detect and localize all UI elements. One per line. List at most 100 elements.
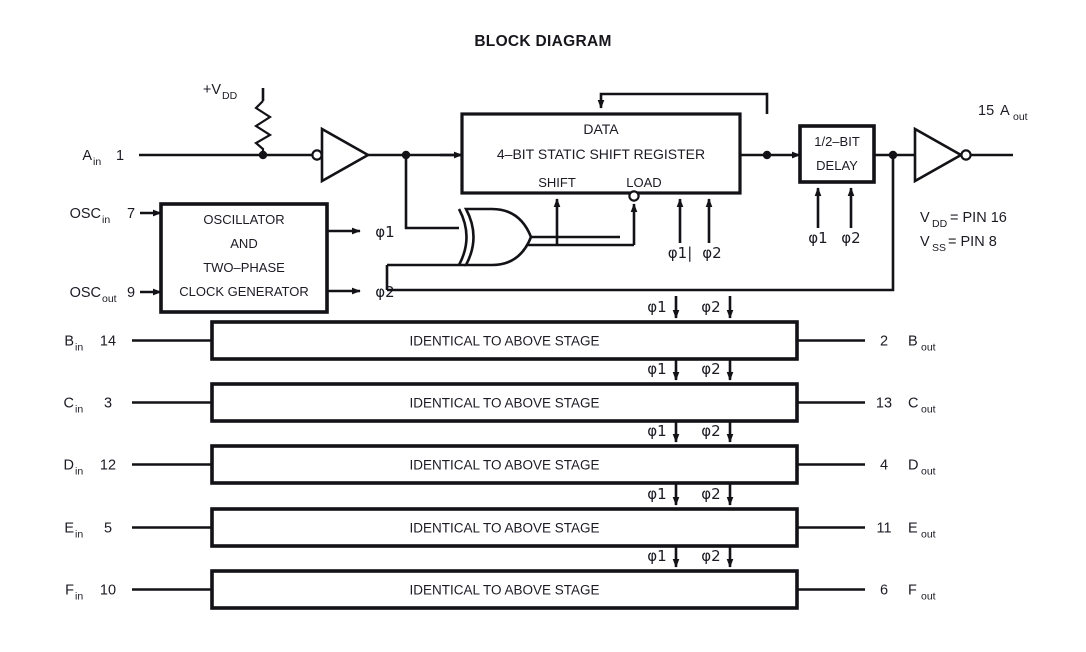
stage-phi1-label: φ1	[647, 422, 666, 440]
oscillator-line2: AND	[230, 236, 257, 251]
stage-output-pin: 13	[876, 396, 892, 412]
stage-output-pin: 4	[880, 458, 888, 474]
stage-input-pin: 5	[104, 521, 112, 537]
stage-phi2-label: φ2	[701, 298, 720, 316]
stage-phi1-label: φ1	[647, 360, 666, 378]
page-title: BLOCK DIAGRAM	[474, 33, 611, 50]
stage-output-pin: 6	[880, 583, 888, 599]
resistor-icon	[253, 100, 273, 155]
register-phi1-label: φ1|	[668, 244, 693, 262]
xor-top-input-wire	[404, 155, 466, 230]
diagram-svg: BLOCK DIAGRAM +V DD A in 1 DATA 4–BIT ST…	[64, 33, 1028, 610]
stage-input-symbol: D	[64, 458, 74, 474]
output-inverter-icon	[913, 126, 972, 184]
a-in-label: A in 1	[82, 148, 124, 168]
stage-phi1-label: φ1	[647, 547, 666, 565]
identical-stages-group: φ1 φ2IDENTICAL TO ABOVE STAGEB in 14 2 Boutφ1…	[64, 296, 936, 610]
stage-input-subscript: in	[75, 591, 83, 603]
svg-text:15: 15	[978, 103, 994, 119]
stage-phi2-label: φ2	[701, 422, 720, 440]
stage-output-symbol: D	[908, 458, 918, 474]
svg-text:7: 7	[127, 206, 135, 222]
stage-output-symbol: F	[908, 583, 917, 599]
block-diagram-canvas: BLOCK DIAGRAM +V DD A in 1 DATA 4–BIT ST…	[0, 0, 1086, 652]
svg-text:DD: DD	[222, 90, 238, 102]
stage-input-symbol: F	[65, 583, 74, 599]
shift-register-line1: DATA	[583, 121, 619, 137]
stage-input-subscript: in	[75, 466, 83, 478]
stage-row: φ1 φ2 IDENTICAL TO ABOVE STAGE F in 10 6 Fout	[65, 545, 936, 610]
svg-text:OSC: OSC	[70, 285, 101, 301]
stage-input-symbol: E	[64, 521, 74, 537]
svg-text:+V: +V	[203, 82, 221, 98]
osc-in-label: OSC in 7	[70, 206, 135, 226]
stage-phi2-label: φ2	[701, 360, 720, 378]
stage-output-subscript: out	[921, 529, 936, 541]
junction-dot-vdd	[258, 150, 268, 160]
load-input-label: LOAD	[626, 175, 661, 190]
svg-text:out: out	[1013, 111, 1028, 123]
stage-output-pin: 2	[880, 334, 888, 350]
stage-input-pin: 14	[100, 334, 116, 350]
stage-row: φ1 φ2 IDENTICAL TO ABOVE STAGE C in 3 13 Cout	[64, 358, 936, 423]
oscillator-line3: TWO–PHASE	[203, 260, 285, 275]
stage-phi1-label: φ1	[647, 298, 666, 316]
svg-text:in: in	[102, 214, 110, 226]
svg-text:1: 1	[116, 148, 124, 164]
data-feedback-wire	[597, 92, 769, 114]
svg-text:= PIN 16: = PIN 16	[950, 210, 1007, 226]
junction-dot-register-out	[762, 150, 772, 160]
svg-text:in: in	[93, 156, 101, 168]
stage-row: φ1 φ2 IDENTICAL TO ABOVE STAGE D in 12 4 Dout	[64, 420, 936, 485]
svg-text:SS: SS	[932, 242, 946, 254]
shift-input-label: SHIFT	[538, 175, 576, 190]
svg-text:DD: DD	[932, 218, 948, 230]
delay-phi1-label: φ1	[808, 229, 827, 247]
stage-phi2-label: φ2	[701, 485, 720, 503]
stage-output-subscript: out	[921, 342, 936, 354]
shift-register-line2: 4–BIT STATIC SHIFT REGISTER	[497, 146, 705, 162]
stage-output-subscript: out	[921, 466, 936, 478]
vdd-pin-note: V DD = PIN 16	[920, 210, 1007, 230]
stage-output-symbol: C	[908, 396, 918, 412]
stage-input-subscript: in	[75, 404, 83, 416]
svg-text:A: A	[82, 148, 92, 164]
svg-text:A: A	[1000, 103, 1010, 119]
stage-input-pin: 12	[100, 458, 116, 474]
identical-stage-label: IDENTICAL TO ABOVE STAGE	[409, 396, 599, 411]
identical-stage-label: IDENTICAL TO ABOVE STAGE	[409, 458, 599, 473]
svg-text:V: V	[920, 210, 930, 226]
identical-stage-label: IDENTICAL TO ABOVE STAGE	[409, 521, 599, 536]
identical-stage-label: IDENTICAL TO ABOVE STAGE	[409, 583, 599, 598]
vss-pin-note: V SS = PIN 8	[920, 234, 997, 254]
identical-stage-label: IDENTICAL TO ABOVE STAGE	[409, 334, 599, 349]
stage-output-symbol: E	[908, 521, 918, 537]
load-invert-bubble-icon	[628, 190, 640, 202]
stage-input-subscript: in	[75, 529, 83, 541]
stage-input-symbol: C	[64, 396, 74, 412]
svg-text:9: 9	[127, 285, 135, 301]
stage-output-symbol: B	[908, 334, 918, 350]
stage-phi1-label: φ1	[647, 485, 666, 503]
stage-phi2-label: φ2	[701, 547, 720, 565]
vdd-supply-label: +V DD	[203, 82, 238, 102]
stage-output-pin: 11	[876, 521, 891, 537]
osc-phi2-label: φ2	[375, 283, 394, 301]
svg-text:= PIN 8: = PIN 8	[948, 234, 997, 250]
a-out-label: 15 A out	[978, 103, 1028, 123]
xor-gate-icon[interactable]	[457, 207, 533, 267]
stage-input-pin: 10	[100, 583, 116, 599]
input-inverter-icon	[311, 126, 371, 184]
stage-output-subscript: out	[921, 404, 936, 416]
svg-text:V: V	[920, 234, 930, 250]
svg-text:out: out	[102, 293, 117, 305]
stage-output-subscript: out	[921, 591, 936, 603]
osc-out-label: OSC out 9	[70, 285, 135, 305]
svg-text:OSC: OSC	[70, 206, 101, 222]
register-phi2-label: φ2	[702, 244, 721, 262]
delay-line2: DELAY	[816, 158, 858, 173]
stage-input-pin: 3	[104, 396, 112, 412]
stage-row: φ1 φ2 IDENTICAL TO ABOVE STAGE E in 5 11 Eout	[64, 483, 936, 548]
oscillator-line1: OSCILLATOR	[203, 212, 284, 227]
osc-phi1-label: φ1	[375, 223, 394, 241]
